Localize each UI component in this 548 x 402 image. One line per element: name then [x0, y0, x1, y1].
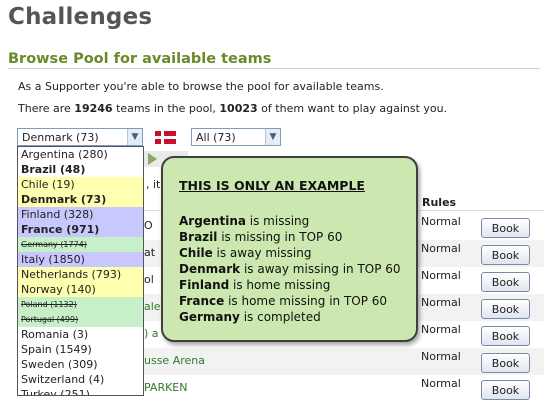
example-team-status: is missing in TOP 60 [217, 230, 343, 244]
team-fragment[interactable]: ale [144, 300, 161, 313]
subtitle-divider [8, 68, 540, 69]
chevron-down-icon[interactable]: ▼ [127, 129, 142, 145]
section-subtitle: Browse Pool for available teams [8, 51, 272, 67]
country-option[interactable]: Netherlands (793) [18, 267, 143, 282]
book-button[interactable]: Book [481, 272, 530, 292]
pool-want-count: 10023 [219, 102, 258, 115]
example-team-name: Chile [179, 246, 213, 260]
rules-column-header: Rules [422, 196, 457, 209]
example-callout-title: THIS IS ONLY AN EXAMPLE [179, 178, 365, 193]
example-team-status: is completed [239, 310, 321, 324]
team-fragment: at [144, 246, 156, 259]
country-option[interactable]: Turkey (251) [18, 387, 143, 395]
pool-summary-middle: teams in the pool, [112, 102, 220, 115]
team-fragment: ol [144, 273, 154, 286]
book-button[interactable]: Book [481, 353, 530, 373]
book-button[interactable]: Book [481, 218, 530, 238]
category-select[interactable]: All (73) ▼ [191, 128, 281, 146]
example-team-status: is missing [245, 214, 310, 228]
rule-cell: Normal [421, 269, 461, 282]
pool-summary-suffix: of them want to play against you. [257, 102, 448, 115]
rule-cell: Normal [421, 242, 461, 255]
book-button[interactable]: Book [481, 299, 530, 319]
page-title: Challenges [8, 4, 153, 30]
example-line: Germany is completed [179, 310, 321, 324]
pool-total-count: 19246 [74, 102, 113, 115]
denmark-flag-icon [155, 131, 176, 144]
example-line: Finland is home missing [179, 278, 330, 292]
country-select-value: Denmark (73) [22, 131, 99, 144]
chevron-down-icon[interactable]: ▼ [265, 129, 280, 145]
table-fragment-top: , it [146, 178, 161, 191]
country-option[interactable]: Chile (19) [18, 177, 143, 192]
play-icon [148, 153, 157, 165]
rule-cell: Normal [421, 215, 461, 228]
rule-cell: Normal [421, 323, 461, 336]
example-team-name: Finland [179, 278, 230, 292]
country-option[interactable]: Switzerland (4) [18, 372, 143, 387]
example-team-name: France [179, 294, 225, 308]
example-line: France is home missing in TOP 60 [179, 294, 387, 308]
country-option[interactable]: Denmark (73) [18, 192, 143, 207]
book-button[interactable]: Book [481, 245, 530, 265]
flag-vertical-cross [161, 131, 164, 144]
pool-summary-prefix: There are [18, 102, 75, 115]
example-team-status: is away missing [212, 246, 312, 260]
example-team-name: Denmark [179, 262, 241, 276]
example-callout: THIS IS ONLY AN EXAMPLE Argentina is mis… [161, 156, 418, 342]
country-option[interactable]: Portugal (499) [18, 312, 143, 327]
rule-cell: Normal [421, 377, 461, 390]
country-option[interactable]: Sweden (309) [18, 357, 143, 372]
country-option[interactable]: Norway (140) [18, 282, 143, 297]
example-line: Argentina is missing [179, 214, 309, 228]
country-option[interactable]: Poland (1132) [18, 297, 143, 312]
example-team-name: Brazil [179, 230, 218, 244]
team-fragment: O [144, 219, 153, 232]
book-button[interactable]: Book [481, 326, 530, 346]
example-line: Brazil is missing in TOP 60 [179, 230, 342, 244]
category-select-value: All (73) [196, 131, 236, 144]
country-option[interactable]: Germany (1774) [18, 237, 143, 252]
example-line: Chile is away missing [179, 246, 311, 260]
country-select[interactable]: Denmark (73) ▼ [17, 128, 143, 146]
country-option[interactable]: Spain (1549) [18, 342, 143, 357]
country-option[interactable]: Brazil (48) [18, 162, 143, 177]
rule-cell: Normal [421, 350, 461, 363]
team-fragment[interactable]: ) a [144, 327, 159, 340]
example-team-status: is away missing in TOP 60 [240, 262, 401, 276]
example-team-status: is home missing [229, 278, 331, 292]
flag-horizontal-cross [155, 136, 176, 139]
pool-summary: There are 19246 teams in the pool, 10023… [18, 102, 447, 115]
country-dropdown-list[interactable]: Argentina (280) Brazil (48) Chile (19) Denm… [17, 146, 144, 396]
rule-cell: Normal [421, 296, 461, 309]
team-fragment[interactable]: usse Arena [144, 354, 205, 367]
book-button[interactable]: Book [481, 380, 530, 400]
intro-text: As a Supporter you're able to browse the… [18, 80, 384, 93]
example-team-status: is home missing in TOP 60 [224, 294, 388, 308]
team-fragment[interactable]: PARKEN [144, 381, 188, 394]
example-team-name: Germany [179, 310, 240, 324]
example-line: Denmark is away missing in TOP 60 [179, 262, 401, 276]
country-option[interactable]: Argentina (280) [18, 147, 143, 162]
example-team-name: Argentina [179, 214, 246, 228]
country-option[interactable]: Finland (328) [18, 207, 143, 222]
country-option[interactable]: Italy (1850) [18, 252, 143, 267]
country-option[interactable]: France (971) [18, 222, 143, 237]
country-option[interactable]: Romania (3) [18, 327, 143, 342]
